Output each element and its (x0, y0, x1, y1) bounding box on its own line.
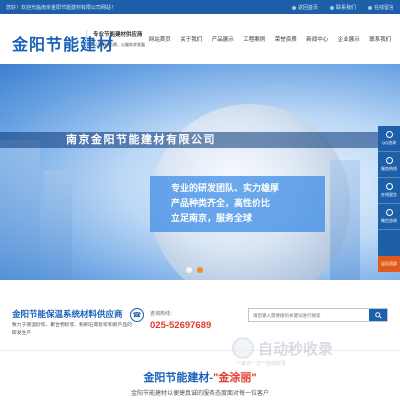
phone-icon (329, 5, 334, 10)
top-link-message[interactable]: 在线留言 (367, 4, 394, 11)
banner-tagline-box: 专业的研发团队、实力雄厚 产品种类齐全，高性价比 立足南京，服务全球 (150, 176, 325, 232)
side-qq-label: QQ咨询 (381, 140, 397, 145)
side-wechat[interactable]: 微信咨询 (378, 204, 400, 230)
side-wechat-label: 微信咨询 (381, 218, 397, 223)
side-hotline-label: 服务热线 (381, 166, 397, 171)
main-nav: 网站首页 关于我们 产品展示 工程案例 荣誉资质 新闻中心 企业展示 联系我们 (144, 14, 396, 64)
side-qq[interactable]: QQ咨询 (378, 126, 400, 152)
info-title: 金阳节能保温系统材料供应商 (12, 309, 123, 319)
banner-title: 南京金阳节能建材有限公司 (0, 132, 400, 148)
phone-icon: ☎ (130, 308, 144, 322)
watermark-subtext: 一来访一次一自动收录 (236, 361, 287, 367)
brand-product: "金涂丽" (213, 372, 257, 384)
banner-tagline: 产品种类齐全，高性价比 (171, 198, 271, 208)
nav-item-home[interactable]: 网站首页 (144, 14, 176, 64)
slider-dot[interactable] (186, 267, 192, 273)
nav-item-company[interactable]: 企业展示 (333, 14, 365, 64)
qq-icon (385, 131, 393, 138)
banner-tagline: 专业的研发团队、实力雄厚 (171, 183, 280, 193)
search-box (248, 308, 388, 322)
brand-name: 金阳节能建材- (143, 372, 214, 384)
brand-subtitle: 金阳节能建材以便捷真诚的服务态度面对每一位客户 (130, 391, 269, 397)
slogan-main: 专业节能建材供应商 (93, 32, 143, 38)
nav-item-cases[interactable]: 工程案例 (239, 14, 271, 64)
phone-icon (385, 157, 393, 164)
building-image (0, 140, 40, 280)
search-button[interactable] (369, 309, 387, 321)
welcome-text: 您好！欢迎光临南京金阳节能建材有限公司网站！ (6, 5, 117, 11)
side-message[interactable]: 在线留言 (378, 178, 400, 204)
hotline-number: 025-52697689 (150, 320, 212, 331)
slider-dot-active[interactable] (197, 267, 203, 273)
nav-item-about[interactable]: 关于我们 (176, 14, 208, 64)
slider-dots (186, 267, 203, 273)
building-image (330, 160, 360, 280)
nav-item-products[interactable]: 产品展示 (207, 14, 239, 64)
home-icon (291, 5, 296, 10)
top-bar: 您好！欢迎光临南京金阳节能建材有限公司网站！ 返回首页 联系我们 在线留言 (0, 0, 400, 14)
nav-item-contact[interactable]: 联系我们 (365, 14, 397, 64)
wechat-icon (385, 209, 393, 216)
hero-banner: 南京金阳节能建材有限公司 专业的研发团队、实力雄厚 产品种类齐全，高性价比 立足… (0, 64, 400, 280)
search-input[interactable] (249, 309, 369, 321)
watermark-logo-icon (232, 337, 254, 359)
side-hotline[interactable]: 服务热线 (378, 152, 400, 178)
hotline-label: 咨询热线： (150, 311, 176, 317)
top-link-contact[interactable]: 联系我们 (329, 4, 356, 11)
back-to-top-button[interactable]: 返回顶部 (378, 256, 400, 272)
top-links: 返回首页 联系我们 在线留言 (291, 4, 394, 11)
divider (0, 350, 400, 351)
side-message-label: 在线留言 (381, 192, 397, 197)
nav-item-news[interactable]: 新闻中心 (302, 14, 334, 64)
info-section: 金阳节能保温系统材料供应商 致力于保温砂浆、聚合物砂浆、粉刷石膏砂浆和新产品的研… (0, 280, 400, 350)
floating-side-panel: QQ咨询 服务热线 在线留言 微信咨询 (378, 126, 400, 256)
watermark-text: 自动秒收录 (258, 340, 334, 358)
slogan-sub: 以品质树品牌，以服务求发展 (93, 42, 145, 47)
watermark: 自动秒收录 (232, 337, 333, 359)
edit-icon (385, 183, 393, 190)
search-icon (374, 311, 382, 319)
slogan: 专业节能建材供应商 以品质树品牌，以服务求发展 (86, 30, 145, 48)
top-link-home[interactable]: 返回首页 (291, 4, 318, 11)
building-image (44, 170, 72, 280)
nav-item-honors[interactable]: 荣誉资质 (270, 14, 302, 64)
brand-heading: 金阳节能建材-"金涂丽" (0, 368, 400, 386)
banner-tagline: 立足南京，服务全球 (171, 213, 253, 223)
info-description: 致力于保温砂浆、聚合物砂浆、粉刷石膏砂浆和新产品的研发生产 (12, 323, 132, 336)
message-icon (367, 5, 372, 10)
